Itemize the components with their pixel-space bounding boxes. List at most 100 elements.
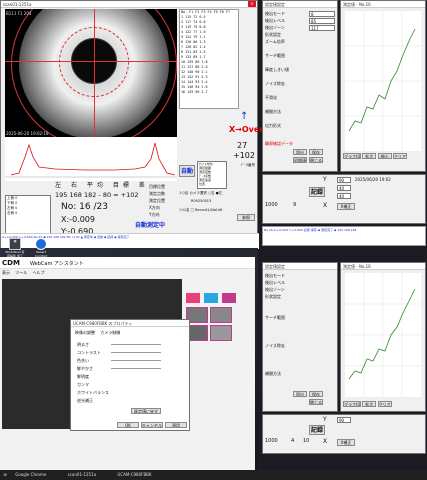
- record-button[interactable]: 記録: [309, 425, 325, 435]
- photo-app-icon: ▦: [9, 238, 21, 250]
- target-label: 目標位置: [149, 184, 165, 189]
- x-dir-label: X方向: [149, 205, 160, 210]
- profile-waveform: [5, 137, 177, 181]
- windows-start-icon[interactable]: ⊞: [0, 470, 10, 480]
- scroll-arrow-up-icon[interactable]: ↑: [240, 111, 248, 122]
- record-number: 9: [293, 202, 297, 208]
- record-number: 1000: [265, 202, 278, 208]
- slider-label: ガンマ: [77, 382, 89, 387]
- header-label: B111 F1 204: [6, 11, 32, 16]
- settings-row: 輝度しきい値: [265, 67, 289, 72]
- brand-logo: CDM: [2, 259, 20, 267]
- readout-values: 195 168 182 - 80 = +102: [55, 191, 139, 199]
- close-button[interactable]: 閉じる: [309, 157, 323, 163]
- settings-row: ノイズ除去: [265, 81, 285, 86]
- slider[interactable]: [111, 368, 161, 369]
- x-label: X: [323, 438, 328, 445]
- date-label: 2025/06/20 19:02: [355, 177, 391, 182]
- y-input[interactable]: 90: [337, 177, 351, 183]
- y-input[interactable]: 90: [337, 417, 351, 423]
- setting-field[interactable]: ｻﾝﾌﾟﾙ方向 測定範囲 測定回数 ﾃﾞｰﾀ点数 測定速度 位置: [197, 161, 227, 189]
- settings-row: ノイズ除去: [265, 343, 285, 348]
- camera-view: B111 F1 204 2025-06-20 19:02:18: [5, 9, 177, 181]
- record-input[interactable]: 40: [337, 193, 351, 199]
- measurement-graph: [345, 273, 421, 397]
- read-button[interactable]: 読出: [293, 149, 307, 155]
- settings-row: 平滑化: [265, 95, 277, 100]
- taskbar-item[interactable]: Google Chrome: [15, 472, 46, 477]
- graph-window-top: 測定値 - No.16 グラフ(0) 拡大 縮小 クリア: [340, 0, 426, 172]
- position-label: 測定位置: [149, 198, 165, 203]
- x-value: X:-0.009: [61, 215, 95, 224]
- readout-header: 差: [138, 182, 149, 189]
- photo-mode-icon[interactable]: [186, 293, 200, 303]
- scope-window-titlebar[interactable]: scan01-1251a ✕: [1, 1, 257, 8]
- record-panel-bottom: Y 90 記録 1000 4 10 X X補正: [262, 414, 426, 454]
- settings-row: 検出ゾーン: [265, 287, 285, 292]
- menu-help[interactable]: ヘルプ: [33, 270, 45, 275]
- mode-icons: [186, 293, 250, 357]
- readout-header: 目標: [112, 182, 133, 189]
- tab-camera[interactable]: カメラ制御: [100, 330, 120, 335]
- zoom-out-tab[interactable]: 縮小: [377, 153, 392, 159]
- thumbnail[interactable]: [210, 307, 232, 323]
- ok-button[interactable]: OK: [117, 422, 139, 428]
- file-button[interactable]: 参照: [237, 214, 255, 221]
- record-button[interactable]: 記録: [309, 187, 325, 197]
- taskbar-item[interactable]: scan01-1251a: [68, 472, 96, 477]
- seaart-app-icon: [35, 238, 47, 250]
- settings-row: 検出レベル: [265, 18, 285, 23]
- y-label: Y: [323, 416, 327, 423]
- count-value: 27: [237, 141, 248, 150]
- slider[interactable]: [111, 344, 161, 345]
- default-button[interactable]: 初期値: [293, 157, 307, 163]
- data-table: No. F1 F2 F3 F4 F5 F6 F7 1 115 72 0.5 2 …: [179, 9, 239, 109]
- close-button[interactable]: 閉じる: [309, 399, 323, 405]
- slider[interactable]: [111, 352, 161, 353]
- table-row: 16 149 96 2.7: [181, 90, 208, 94]
- x-adjust-button[interactable]: X補正: [337, 203, 355, 210]
- x-over-status: X→Over: [229, 125, 264, 134]
- thumbnail[interactable]: [210, 325, 232, 341]
- read-button[interactable]: 読出: [293, 391, 307, 397]
- settings-field[interactable]: 8: [309, 11, 335, 17]
- tab-video[interactable]: 映像の調整: [75, 330, 95, 335]
- taskbar-item[interactable]: UCAM-C980FBBK: [117, 472, 151, 477]
- graph-window-bottom: 測定値 - No.16 グラフ(0) 拡大 クリア: [340, 262, 426, 412]
- zoom-in-tab[interactable]: 拡大: [362, 153, 377, 159]
- left-small-panel: 上側 0 下側 0 左側 0 右側 0: [5, 195, 51, 235]
- window-title: scan01-1251a: [3, 2, 32, 7]
- y-label: Y: [323, 176, 327, 183]
- data-number-label: ﾃﾞｰﾀ番号: [241, 163, 255, 167]
- slider-label: コントラスト: [77, 350, 101, 355]
- graph-tab[interactable]: グラフ(0): [343, 153, 361, 159]
- cancel-button[interactable]: キャンセル: [141, 422, 163, 428]
- point-number: No: 16 /23: [61, 202, 108, 212]
- settings-window-top: 設定値設定 検出モード 検出レベル 検出ゾーン 形状設定 ズーム倍率 サーチ範囲…: [262, 0, 338, 172]
- save-button[interactable]: 保存: [309, 391, 323, 397]
- desktop-icon[interactable]: ▦ PhotoRoid 写真編集 加工: [4, 238, 26, 258]
- settings-row: 検出レベル: [265, 280, 285, 285]
- clear-tab[interactable]: クリア: [377, 401, 392, 407]
- apply-button[interactable]: 適用: [165, 422, 187, 428]
- auto-button[interactable]: 自動: [179, 165, 195, 177]
- video-mode-icon[interactable]: [204, 293, 218, 303]
- record-panel-top: Y 90 記録 40 40 2025/06/20 19:02 1000 9 X …: [262, 174, 426, 224]
- menu-view[interactable]: 表示: [2, 270, 10, 275]
- settings-mode-icon[interactable]: [222, 293, 236, 303]
- close-icon[interactable]: ✕: [248, 1, 256, 7]
- x-adjust-button[interactable]: X補正: [337, 439, 355, 446]
- save-button[interactable]: 保存: [309, 149, 323, 155]
- menu-tools[interactable]: ツール: [15, 270, 27, 275]
- settings-field[interactable]: 85: [309, 18, 335, 24]
- warning-text: 輪郭確認データ: [265, 141, 293, 146]
- settings-row: 検出モード: [265, 11, 285, 16]
- zoom-in-tab[interactable]: 拡大: [362, 401, 377, 407]
- clear-tab[interactable]: クリア: [392, 153, 407, 159]
- defaults-button[interactable]: 既定値に戻す: [131, 408, 161, 414]
- settings-field[interactable]: 117: [309, 25, 335, 31]
- file-label: ﾌｧｲﾙ名 □ Record1/4toUdf: [179, 208, 223, 212]
- slider[interactable]: [111, 360, 161, 361]
- graph-tab[interactable]: グラフ(0): [343, 401, 361, 407]
- record-input[interactable]: 40: [337, 185, 351, 191]
